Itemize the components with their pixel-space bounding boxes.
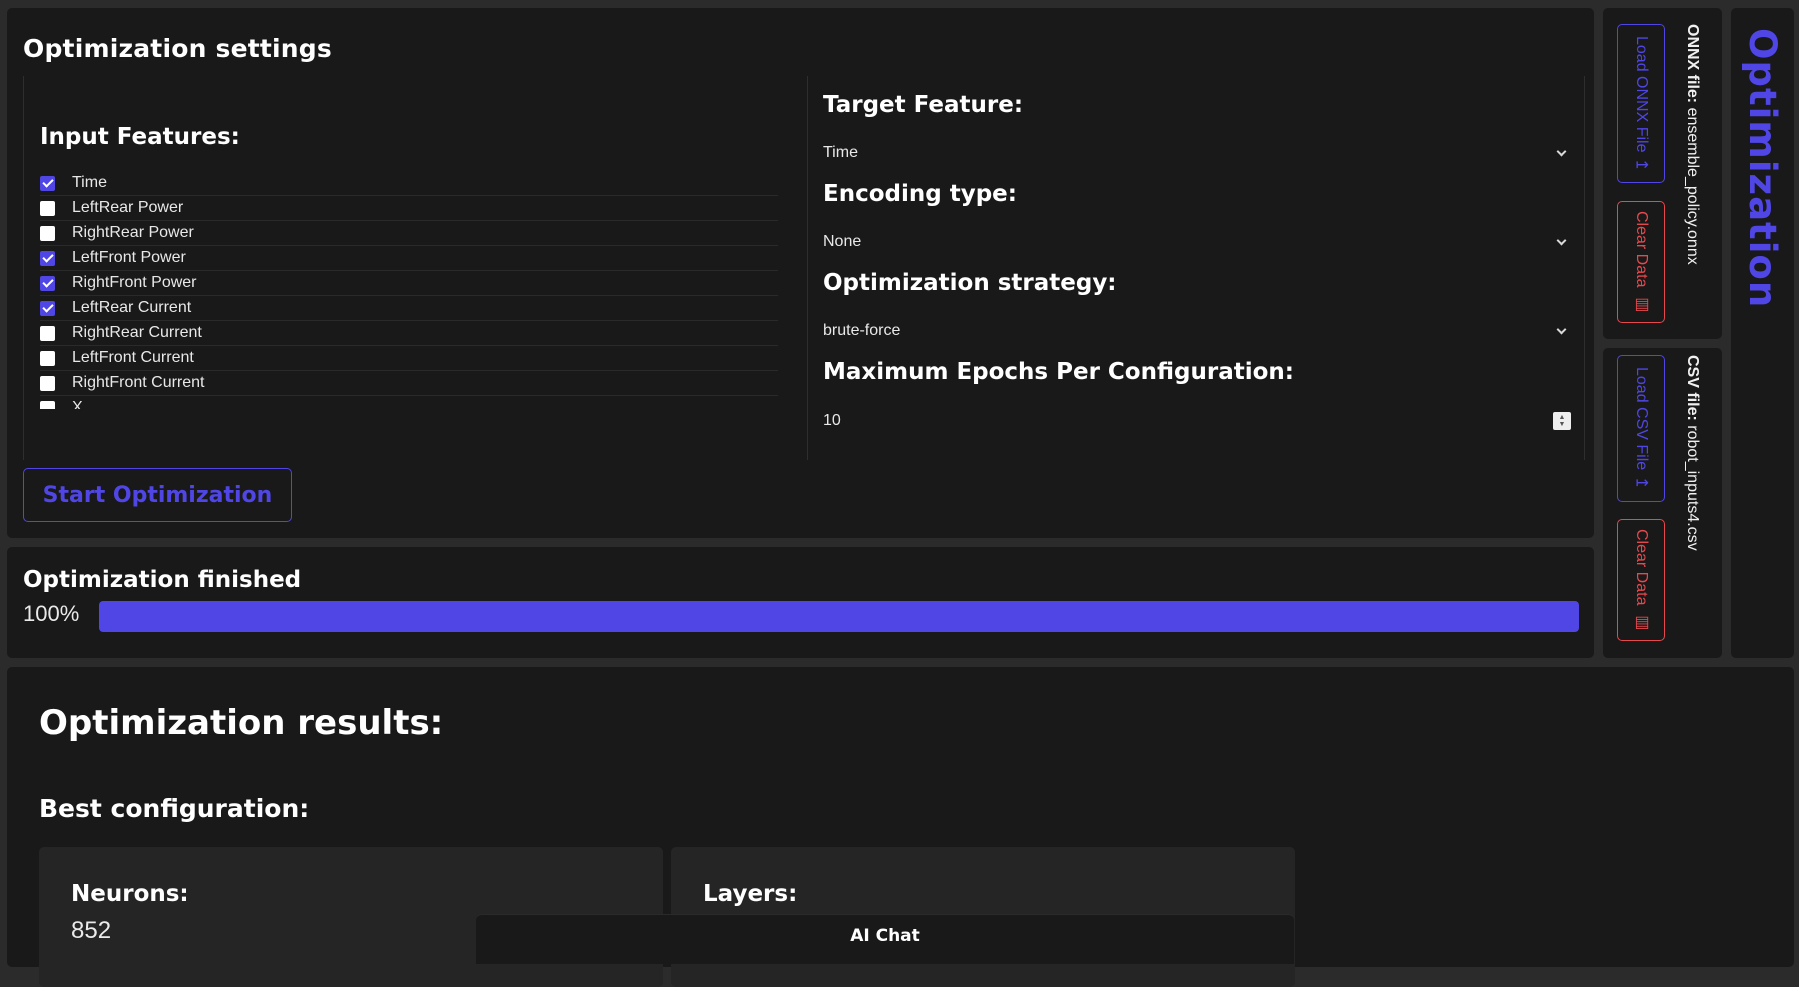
onnx-file-info: ONNX file: ensemble_policy.onnx — [1683, 24, 1701, 265]
onnx-file-panel: Load ONNX File ↥ Clear Data ▤ ONNX file:… — [1603, 8, 1722, 339]
encoding-type-heading: Encoding type: — [823, 181, 1017, 207]
max-epochs-input[interactable]: 10 ▲ ▼ — [823, 406, 1571, 436]
progress-bar — [99, 601, 1579, 632]
chevron-down-icon — [1556, 324, 1567, 334]
progress-panel: Optimization finished 100% — [7, 547, 1594, 658]
feature-checkbox[interactable] — [40, 225, 55, 241]
feature-checkbox[interactable] — [40, 300, 55, 316]
encoding-type-select[interactable]: None — [823, 227, 1571, 257]
target-feature-select[interactable]: Time — [823, 138, 1571, 168]
feature-row[interactable]: LeftRear Power — [40, 196, 778, 221]
feature-checkbox[interactable] — [40, 400, 55, 409]
number-spinner-icon[interactable]: ▲ ▼ — [1553, 412, 1571, 430]
csv-file-name: robot_inputs4.csv — [1684, 425, 1701, 551]
progress-status: Optimization finished — [23, 567, 302, 593]
input-features-heading: Input Features: — [40, 124, 240, 150]
feature-label: LeftRear Power — [72, 199, 184, 216]
results-title: Optimization results: — [39, 703, 444, 743]
feature-checkbox[interactable] — [40, 325, 55, 341]
optimization-strategy-value: brute-force — [823, 322, 901, 339]
feature-label: RightFront Current — [72, 374, 205, 391]
csv-file-panel: Load CSV File ↥ Clear Data ▤ CSV file: r… — [1603, 348, 1722, 658]
layers-label: Layers: — [703, 881, 798, 907]
chevron-down-icon — [1556, 235, 1567, 245]
feature-row[interactable]: RightFront Power — [40, 271, 778, 296]
feature-label: RightRear Power — [72, 224, 194, 241]
ai-chat-tab[interactable]: AI Chat — [476, 914, 1294, 964]
feature-checkbox[interactable] — [40, 200, 55, 216]
best-configuration-heading: Best configuration: — [39, 794, 310, 823]
progress-bar-fill — [99, 601, 1579, 632]
feature-checkbox[interactable] — [40, 250, 55, 266]
load-csv-label: Load CSV File — [1633, 367, 1650, 471]
clear-csv-label: Clear Data — [1633, 529, 1650, 606]
clear-csv-button[interactable]: Clear Data ▤ — [1617, 519, 1665, 641]
feature-label: X — [72, 399, 83, 409]
start-optimization-button[interactable]: Start Optimization — [23, 468, 292, 522]
encoding-type-value: None — [823, 233, 862, 250]
clear-onnx-button[interactable]: Clear Data ▤ — [1617, 201, 1665, 323]
optimization-strategy-select[interactable]: brute-force — [823, 316, 1571, 346]
optimization-strategy-heading: Optimization strategy: — [823, 270, 1117, 296]
feature-label: Time — [72, 174, 107, 191]
trash-icon: ▤ — [1632, 293, 1650, 313]
neurons-value: 852 — [71, 917, 112, 944]
feature-row[interactable]: LeftRear Current — [40, 296, 778, 321]
onnx-file-name: ensemble_policy.onnx — [1684, 107, 1701, 265]
feature-row[interactable]: Time — [40, 171, 778, 196]
input-features-box: Input Features: Time LeftRear Power RightR… — [23, 76, 808, 460]
target-feature-value: Time — [823, 144, 858, 161]
neurons-label: Neurons: — [71, 881, 189, 907]
optimization-settings-panel: Optimization settings Input Features: Ti… — [7, 8, 1594, 538]
csv-file-info: CSV file: robot_inputs4.csv — [1683, 355, 1701, 551]
upload-icon: ↥ — [1632, 158, 1650, 172]
feature-label: RightRear Current — [72, 324, 202, 341]
csv-file-label: CSV file: — [1684, 355, 1701, 421]
feature-row[interactable]: RightFront Current — [40, 371, 778, 396]
app-brand-title: Optimization — [1741, 28, 1784, 309]
load-onnx-button[interactable]: Load ONNX File ↥ — [1617, 24, 1665, 183]
upload-icon: ↥ — [1632, 476, 1650, 490]
chevron-down-icon — [1556, 146, 1567, 156]
settings-title: Optimization settings — [23, 34, 332, 63]
feature-row[interactable]: RightRear Power — [40, 221, 778, 246]
feature-checkbox[interactable] — [40, 275, 55, 291]
max-epochs-heading: Maximum Epochs Per Configuration: — [823, 359, 1294, 385]
feature-row[interactable]: X — [40, 396, 778, 409]
target-settings-column: Target Feature: Time Encoding type: None… — [823, 76, 1585, 460]
feature-label: LeftRear Current — [72, 299, 192, 316]
load-csv-button[interactable]: Load CSV File ↥ — [1617, 355, 1665, 502]
feature-checkbox[interactable] — [40, 350, 55, 366]
onnx-file-label: ONNX file: — [1684, 24, 1701, 104]
feature-label: RightFront Power — [72, 274, 197, 291]
feature-row[interactable]: RightRear Current — [40, 321, 778, 346]
feature-row[interactable]: LeftFront Current — [40, 346, 778, 371]
target-feature-heading: Target Feature: — [823, 92, 1024, 118]
feature-label: LeftFront Power — [72, 249, 186, 266]
feature-checkbox[interactable] — [40, 375, 55, 391]
feature-label: LeftFront Current — [72, 349, 194, 366]
load-onnx-label: Load ONNX File — [1633, 35, 1650, 153]
ai-chat-label: AI Chat — [850, 926, 920, 946]
feature-checkbox[interactable] — [40, 175, 55, 191]
brand-panel: Optimization — [1731, 8, 1794, 658]
max-epochs-value: 10 — [823, 412, 841, 429]
trash-icon: ▤ — [1632, 611, 1650, 631]
input-features-list[interactable]: Time LeftRear Power RightRear Power LeftFro… — [40, 171, 778, 409]
feature-row[interactable]: LeftFront Power — [40, 246, 778, 271]
clear-onnx-label: Clear Data — [1633, 211, 1650, 288]
progress-percent: 100% — [23, 601, 80, 626]
